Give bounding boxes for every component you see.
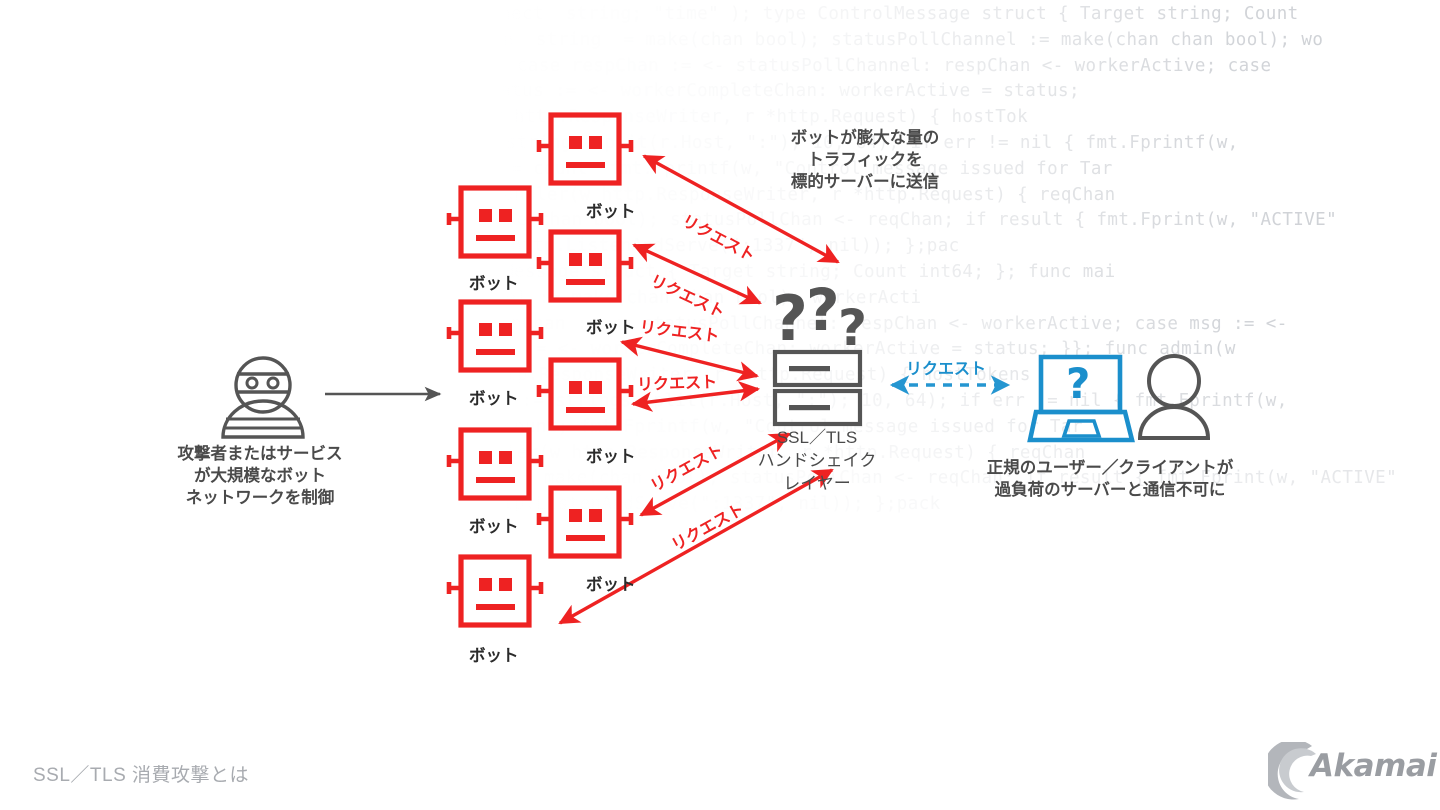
question-marks-icon: ? ? ? xyxy=(772,276,867,357)
page-title: SSL／TLS 消費攻撃とは xyxy=(33,765,250,786)
server-label: SSL／TLS ハンドシェイク レイヤー xyxy=(757,428,877,493)
bot-traffic-note: ボットが膨大な量の トラフィックを 標的サーバーに送信 xyxy=(790,129,940,191)
request-label: リクエスト xyxy=(636,374,718,394)
bot-icon xyxy=(536,112,634,186)
laptop-question-icon: ? xyxy=(1027,354,1135,443)
bot-label: ボット xyxy=(586,448,636,466)
svg-text:?: ? xyxy=(1066,359,1090,408)
attacker-caption: 攻撃者またはサービス が大規模なボット ネットワークを制御 xyxy=(177,445,343,507)
bot-icon xyxy=(446,185,544,259)
client-link-label: リクエスト xyxy=(906,361,987,378)
bot-icon xyxy=(446,427,544,501)
bot-icons-group xyxy=(446,112,634,628)
bot-label: ボット xyxy=(469,518,519,536)
bot-label: ボット xyxy=(469,275,519,293)
diagram-canvas: chan connect string; "time" ); type Cont… xyxy=(0,0,1440,810)
attacker-icon xyxy=(221,356,305,439)
bot-label: ボット xyxy=(586,319,636,337)
svg-text:?: ? xyxy=(772,282,808,355)
client-caption: 正規のユーザー／クライアントが 過負荷のサーバーと通信不可に xyxy=(986,459,1234,499)
bot-label: ボット xyxy=(586,203,636,221)
bot-label: ボット xyxy=(586,576,636,594)
bot-label: ボット xyxy=(469,647,519,665)
bot-icon xyxy=(446,299,544,373)
bot-icon xyxy=(446,554,544,628)
bot-icon xyxy=(536,229,634,303)
svg-text:?: ? xyxy=(838,299,867,357)
svg-text:?: ? xyxy=(806,276,840,344)
server-rack-icon xyxy=(772,349,863,427)
bot-label: ボット xyxy=(469,390,519,408)
akamai-logo: Akamai xyxy=(1263,739,1438,809)
bot-icon xyxy=(536,357,634,431)
diagram-svg: ? ? ? ? xyxy=(221,112,1211,628)
akamai-wordmark: Akamai xyxy=(1310,748,1437,784)
bot-icon xyxy=(536,485,634,559)
user-avatar-icon xyxy=(1137,354,1211,440)
